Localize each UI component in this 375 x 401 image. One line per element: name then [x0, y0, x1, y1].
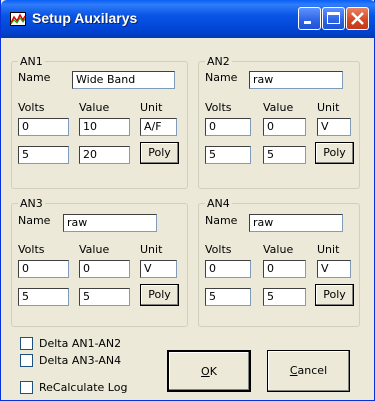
cancel-button[interactable]: Cancel — [267, 350, 350, 392]
volts-label: Volts — [205, 101, 232, 114]
setup-auxilarys-dialog: Setup Auxilarys AN1 Name Wide Band Volts… — [0, 0, 375, 401]
an1-name-input[interactable]: Wide Band — [72, 71, 175, 89]
close-icon — [351, 12, 364, 25]
maximize-button[interactable] — [322, 7, 345, 30]
an2-volts-2-input[interactable]: 5 — [205, 146, 251, 164]
ok-button[interactable]: OK — [167, 350, 251, 392]
app-icon — [10, 12, 26, 26]
an1-volts-2-input[interactable]: 5 — [18, 146, 69, 164]
an2-volts-1-input[interactable]: 0 — [205, 118, 251, 136]
name-label: Name — [18, 71, 51, 84]
an4-name-input[interactable]: raw — [249, 214, 343, 232]
an4-volts-1-input[interactable]: 0 — [205, 260, 251, 278]
an4-value-2-input[interactable]: 5 — [263, 288, 306, 306]
ok-label-rest: K — [209, 365, 217, 378]
an3-value-2-input[interactable]: 5 — [79, 288, 130, 306]
an3-name-input[interactable]: raw — [63, 214, 157, 232]
an2-value-2-input[interactable]: 5 — [263, 146, 306, 164]
group-an1: AN1 Name Wide Band Volts Value Unit 0 10… — [11, 55, 188, 189]
an2-unit-input[interactable]: V — [317, 118, 351, 136]
group-title: AN1 — [18, 55, 45, 68]
an3-value-1-input[interactable]: 0 — [79, 260, 130, 278]
an4-value-1-input[interactable]: 0 — [263, 260, 306, 278]
name-label: Name — [205, 214, 238, 227]
volts-label: Volts — [18, 243, 45, 256]
group-title: AN3 — [18, 197, 45, 210]
an3-volts-1-input[interactable]: 0 — [18, 260, 69, 278]
checkbox-box[interactable] — [20, 381, 33, 394]
an4-volts-2-input[interactable]: 5 — [205, 288, 251, 306]
minimize-button[interactable] — [298, 7, 321, 30]
an4-poly-button[interactable]: Poly — [315, 284, 354, 306]
group-title: AN4 — [205, 197, 232, 210]
cancel-label-rest: ancel — [297, 364, 328, 377]
checkbox-box[interactable] — [20, 337, 33, 350]
maximize-icon — [327, 12, 340, 24]
an3-unit-input[interactable]: V — [140, 260, 177, 278]
close-button[interactable] — [346, 7, 369, 30]
an1-poly-button[interactable]: Poly — [140, 142, 179, 164]
volts-label: Volts — [18, 101, 45, 114]
an2-name-input[interactable]: raw — [249, 71, 343, 89]
unit-label: Unit — [140, 243, 163, 256]
group-an2: AN2 Name raw Volts Value Unit 0 0 V 5 5 … — [198, 55, 360, 189]
minimize-icon — [304, 21, 311, 24]
group-an3: AN3 Name raw Volts Value Unit 0 0 V 5 5 … — [11, 197, 188, 327]
volts-label: Volts — [205, 243, 232, 256]
an1-volts-1-input[interactable]: 0 — [18, 118, 69, 136]
checkbox-label: Delta AN3-AN4 — [39, 354, 122, 367]
checkbox-label: ReCalculate Log — [39, 381, 128, 394]
an2-poly-button[interactable]: Poly — [315, 142, 354, 164]
name-label: Name — [18, 214, 51, 227]
an3-poly-button[interactable]: Poly — [140, 284, 179, 306]
group-an4: AN4 Name raw Volts Value Unit 0 0 V 5 5 … — [198, 197, 360, 327]
checkbox-box[interactable] — [20, 354, 33, 367]
an1-value-2-input[interactable]: 20 — [79, 146, 130, 164]
title-bar[interactable]: Setup Auxilarys — [1, 0, 375, 38]
ok-accel: O — [201, 365, 210, 378]
an1-unit-input[interactable]: A/F — [140, 118, 177, 136]
value-label: Value — [263, 101, 294, 114]
value-label: Value — [79, 243, 110, 256]
name-label: Name — [205, 71, 238, 84]
unit-label: Unit — [317, 101, 340, 114]
group-title: AN2 — [205, 55, 232, 68]
an3-volts-2-input[interactable]: 5 — [18, 288, 69, 306]
cancel-accel: C — [289, 364, 298, 377]
unit-label: Unit — [140, 101, 163, 114]
checkbox-label: Delta AN1-AN2 — [39, 337, 122, 350]
an2-value-1-input[interactable]: 0 — [263, 118, 306, 136]
an1-value-1-input[interactable]: 10 — [79, 118, 130, 136]
an4-unit-input[interactable]: V — [317, 260, 351, 278]
unit-label: Unit — [317, 243, 340, 256]
window-title: Setup Auxilarys — [32, 10, 138, 26]
value-label: Value — [263, 243, 294, 256]
value-label: Value — [79, 101, 110, 114]
